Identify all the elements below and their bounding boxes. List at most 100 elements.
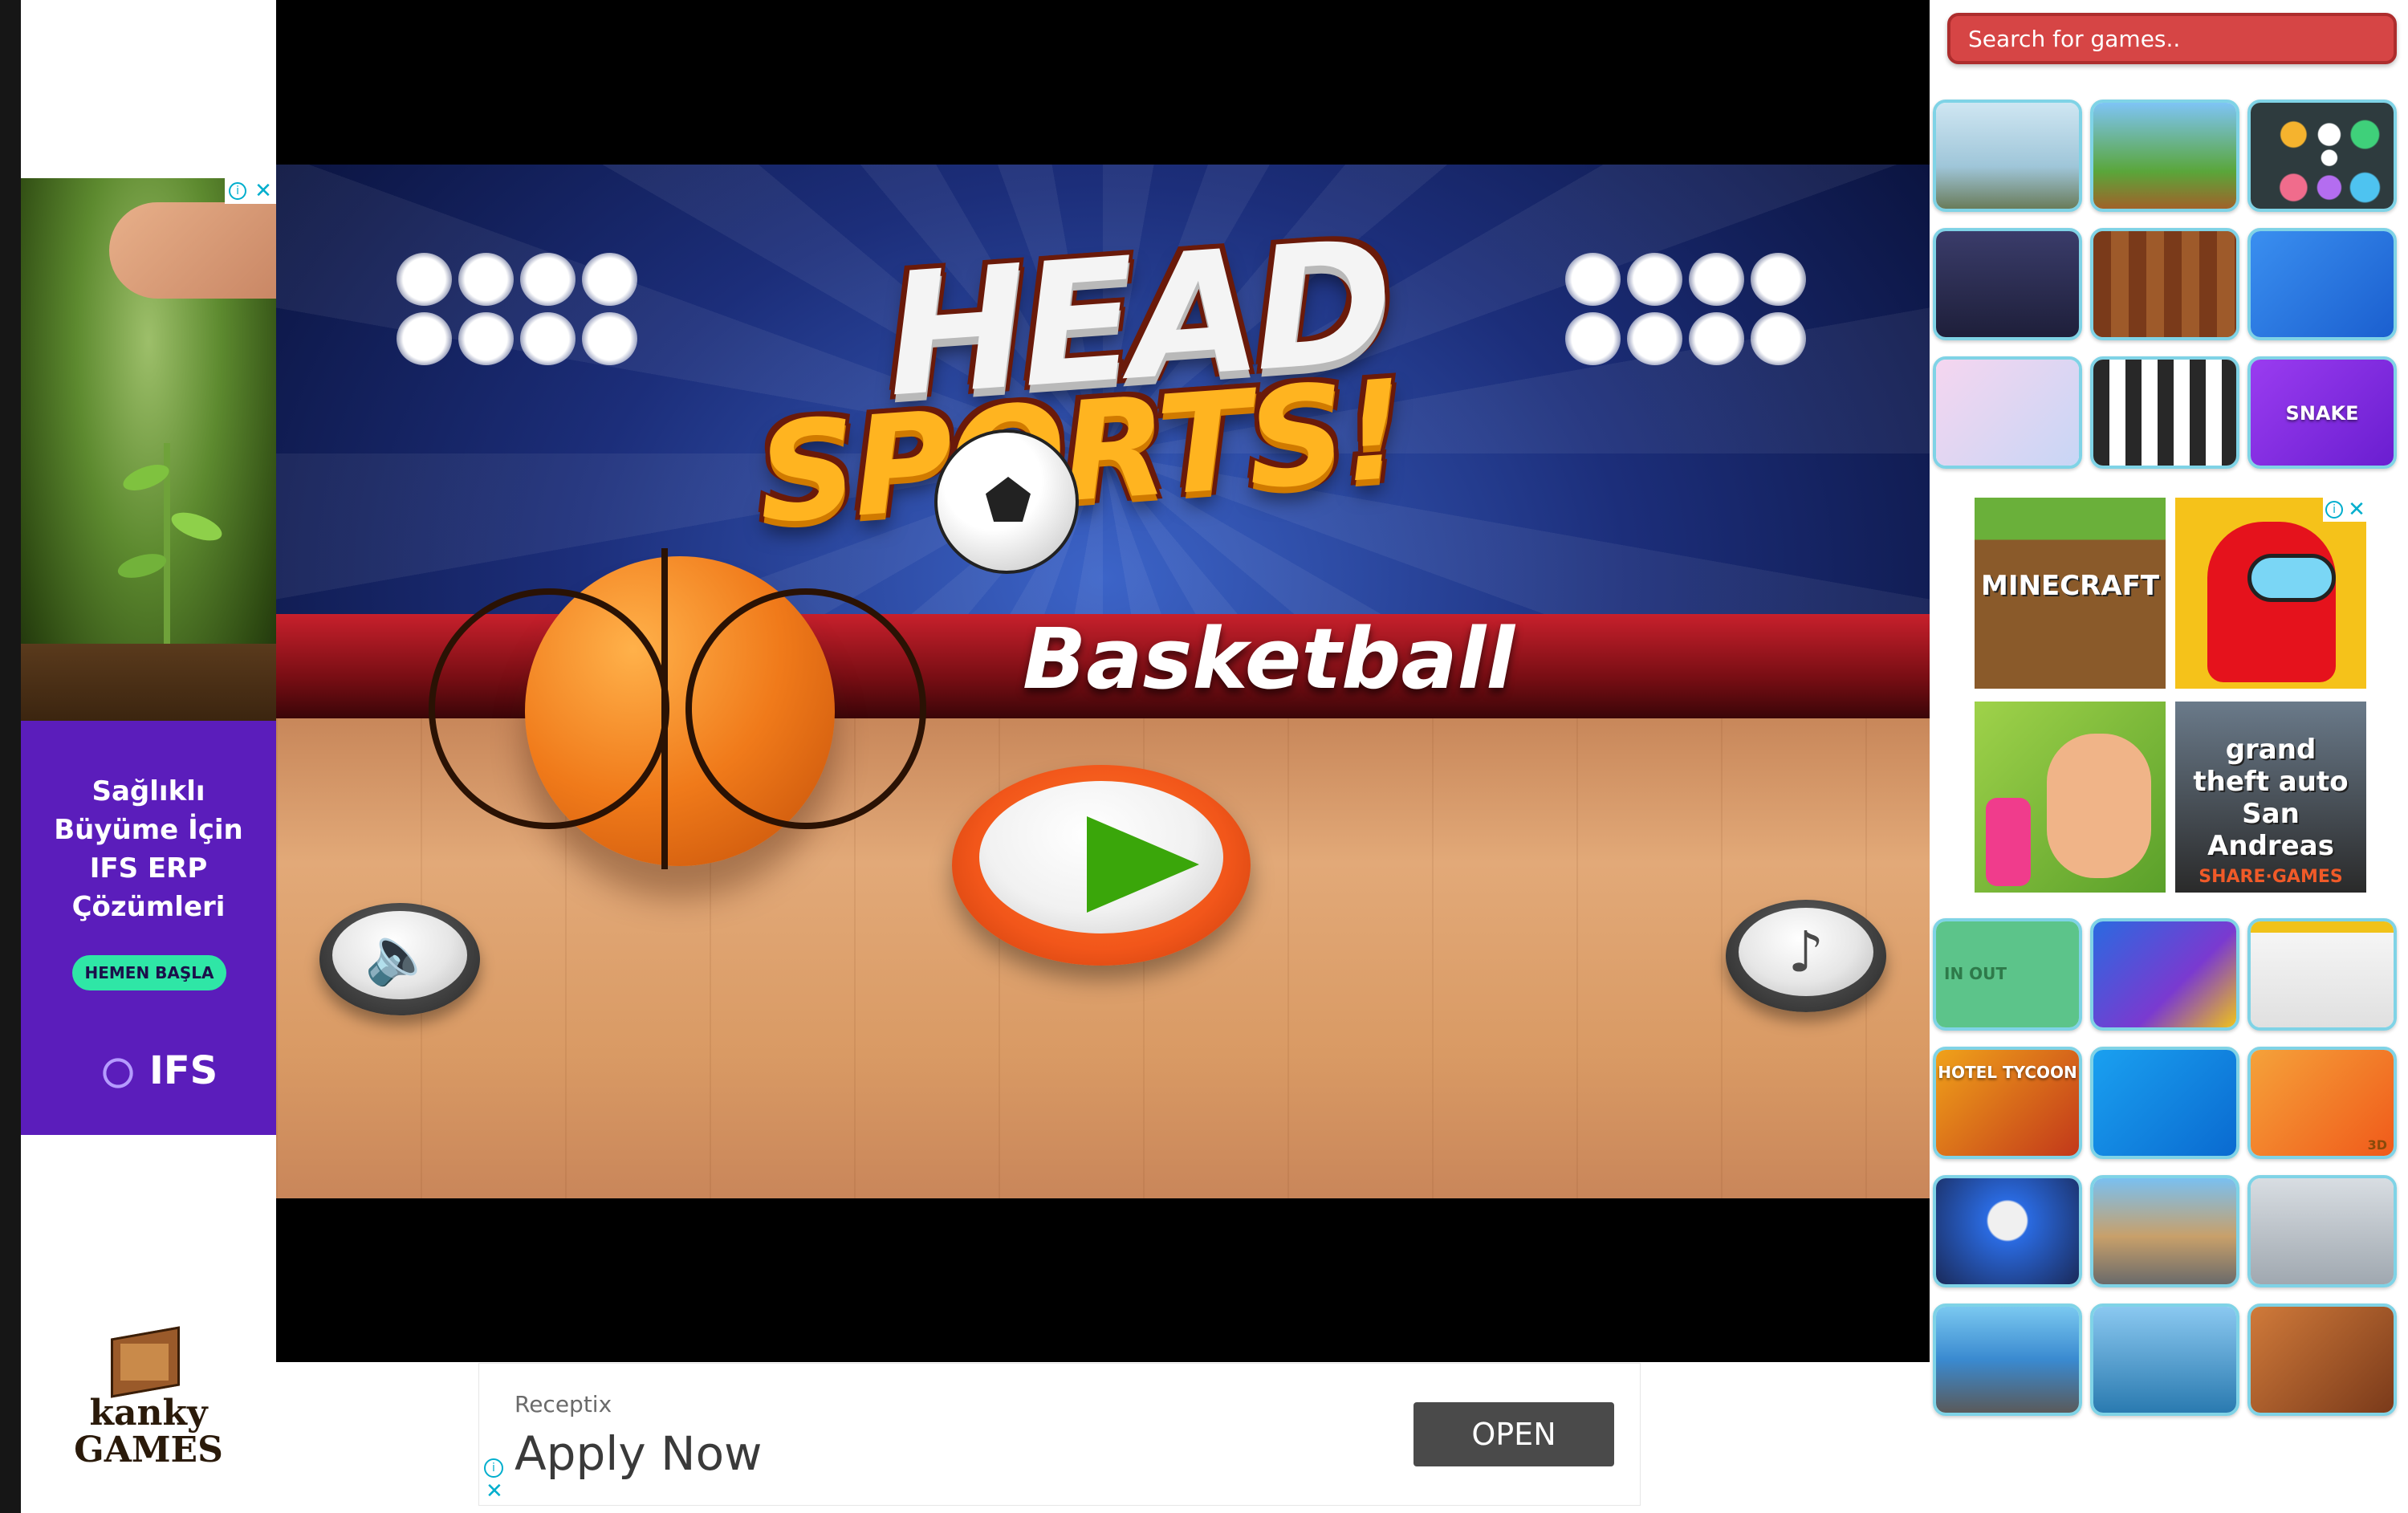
bottom-banner-ad[interactable]: Receptix Apply Now OPEN i ✕ bbox=[478, 1363, 1641, 1506]
light-icon bbox=[1751, 253, 1806, 306]
game-tile[interactable] bbox=[2247, 918, 2397, 1031]
ad-item-label: MINECRAFT bbox=[1980, 570, 2160, 602]
light-icon bbox=[1627, 253, 1682, 306]
tile-art-hero bbox=[1936, 1178, 2079, 1284]
adchoices-badge[interactable]: i ✕ bbox=[2323, 498, 2368, 522]
game-grid-bottom: IN OUT HOTEL TYCOON 3D bbox=[1933, 918, 2397, 1416]
game-tile[interactable]: 3D bbox=[2247, 1047, 2397, 1159]
game-tile[interactable] bbox=[2247, 1304, 2397, 1416]
game-tile[interactable]: HOTEL TYCOON bbox=[1933, 1047, 2082, 1159]
game-tile[interactable] bbox=[2090, 228, 2239, 340]
light-icon bbox=[1627, 312, 1682, 365]
ad-info-icon[interactable]: i bbox=[2325, 501, 2344, 519]
light-icon bbox=[520, 312, 576, 365]
tile-art-ladder bbox=[2251, 231, 2394, 337]
adchoices-badge[interactable]: i ✕ bbox=[225, 178, 276, 204]
tile-art-crossword bbox=[2093, 360, 2236, 466]
basketball-icon bbox=[429, 548, 926, 869]
sound-toggle-button[interactable]: 🔈 bbox=[319, 903, 480, 1015]
ad-item-label: SHARE·GAMES bbox=[2199, 867, 2343, 887]
game-grid-top: SNAKE bbox=[1933, 100, 2397, 469]
ad-item-label: grand theft auto San Andreas bbox=[2193, 734, 2349, 862]
ifs-logo-icon bbox=[95, 1050, 141, 1096]
game-tile[interactable] bbox=[2090, 1175, 2239, 1287]
tile-art-stack bbox=[2093, 921, 2236, 1027]
game-tile[interactable] bbox=[2090, 918, 2239, 1031]
play-button[interactable] bbox=[952, 765, 1251, 966]
tile-art-phone bbox=[2093, 1050, 2236, 1156]
light-icon bbox=[397, 312, 452, 365]
logo-box-face bbox=[120, 1344, 169, 1381]
ad-gta-image[interactable]: grand theft auto San Andreas SHARE·GAMES bbox=[2175, 702, 2366, 893]
light-icon bbox=[1689, 253, 1744, 306]
stadium-lights-right bbox=[1565, 253, 1806, 365]
game-tile[interactable]: SNAKE bbox=[2247, 356, 2397, 469]
play-button-face bbox=[979, 781, 1223, 933]
game-tile[interactable] bbox=[2247, 228, 2397, 340]
sidebar-ad[interactable]: MINECRAFT grand theft auto San Andreas S… bbox=[1975, 498, 2368, 893]
game-tile[interactable] bbox=[1933, 356, 2082, 469]
ad-brand-name: IFS bbox=[149, 1048, 218, 1093]
game-tile[interactable] bbox=[2247, 1175, 2397, 1287]
tile-label: IN OUT bbox=[1944, 963, 2007, 983]
ad-open-button[interactable]: OPEN bbox=[1413, 1402, 1614, 1466]
ad-photo-hand bbox=[109, 202, 276, 299]
game-tile[interactable] bbox=[1933, 1304, 2082, 1416]
game-canvas[interactable]: HEAD SPORTS! Basketball 🔈 ♪ bbox=[276, 165, 1930, 1198]
tile-art-dots bbox=[2251, 103, 2394, 209]
ad-among-us-image[interactable] bbox=[2175, 498, 2366, 689]
game-tile[interactable] bbox=[2090, 1047, 2239, 1159]
game-tile[interactable] bbox=[2247, 100, 2397, 212]
light-icon bbox=[582, 312, 637, 365]
kanky-games-logo[interactable]: kanky GAMES bbox=[72, 1326, 225, 1493]
basketball-seam bbox=[685, 588, 926, 829]
game-tile[interactable] bbox=[2090, 100, 2239, 212]
light-icon bbox=[1751, 312, 1806, 365]
ad-info-icon[interactable]: i bbox=[229, 182, 247, 200]
ad-close-icon[interactable]: ✕ bbox=[2348, 499, 2365, 520]
light-icon bbox=[1689, 312, 1744, 365]
music-note-icon: ♪ bbox=[1739, 908, 1873, 996]
game-subtitle: Basketball bbox=[1023, 610, 1515, 708]
play-icon bbox=[1087, 816, 1199, 913]
ad-headline[interactable]: Apply Now bbox=[515, 1426, 763, 1481]
basketball-seam bbox=[661, 548, 669, 869]
light-icon bbox=[1565, 253, 1621, 306]
tile-art-boat bbox=[2093, 1307, 2236, 1413]
tile-art-penguin bbox=[2093, 103, 2236, 209]
game-tile[interactable] bbox=[2090, 1304, 2239, 1416]
character-face-icon bbox=[2047, 734, 2151, 878]
light-icon bbox=[1565, 312, 1621, 365]
ad-info-icon[interactable]: i bbox=[484, 1458, 503, 1478]
page: Sağlıklı Büyüme İçin IFS ERP Çözümleri H… bbox=[0, 0, 2408, 1513]
light-icon bbox=[520, 253, 576, 306]
stadium-lights-left bbox=[397, 253, 637, 365]
logo-text: kanky GAMES bbox=[74, 1393, 223, 1470]
tile-art-racing bbox=[1936, 1307, 2079, 1413]
tile-label: 3D bbox=[2367, 1137, 2387, 1153]
game-tile[interactable] bbox=[1933, 1175, 2082, 1287]
music-toggle-button[interactable]: ♪ bbox=[1726, 900, 1886, 1012]
crewmate-visor-icon bbox=[2247, 554, 2336, 602]
ad-headline: Sağlıklı Büyüme İçin IFS ERP Çözümleri bbox=[54, 775, 243, 923]
tile-art-monster-truck bbox=[2251, 1307, 2394, 1413]
game-tile[interactable] bbox=[2090, 356, 2239, 469]
game-tile[interactable] bbox=[1933, 100, 2082, 212]
left-skyscraper-ad[interactable]: Sağlıklı Büyüme İçin IFS ERP Çözümleri H… bbox=[21, 178, 276, 1135]
tile-art-blocks bbox=[2093, 231, 2236, 337]
tile-label: SNAKE bbox=[2285, 401, 2359, 425]
ad-minecraft-image[interactable]: MINECRAFT bbox=[1975, 498, 2166, 689]
ad-subway-surfers-image[interactable] bbox=[1975, 702, 2166, 893]
ad-close-icon[interactable]: ✕ bbox=[486, 1481, 503, 1502]
ad-cta-button[interactable]: HEMEN BAŞLA bbox=[72, 955, 226, 990]
tile-art-runner bbox=[2251, 1178, 2394, 1284]
tile-art-pencil bbox=[2251, 921, 2394, 1027]
light-icon bbox=[397, 253, 452, 306]
ad-close-icon[interactable]: ✕ bbox=[254, 181, 272, 201]
game-tile[interactable] bbox=[1933, 228, 2082, 340]
search-input[interactable] bbox=[1947, 13, 2397, 64]
game-tile[interactable]: IN OUT bbox=[1933, 918, 2082, 1031]
crewmate-icon bbox=[2207, 522, 2336, 682]
light-icon bbox=[582, 253, 637, 306]
basketball-seam bbox=[429, 588, 669, 829]
